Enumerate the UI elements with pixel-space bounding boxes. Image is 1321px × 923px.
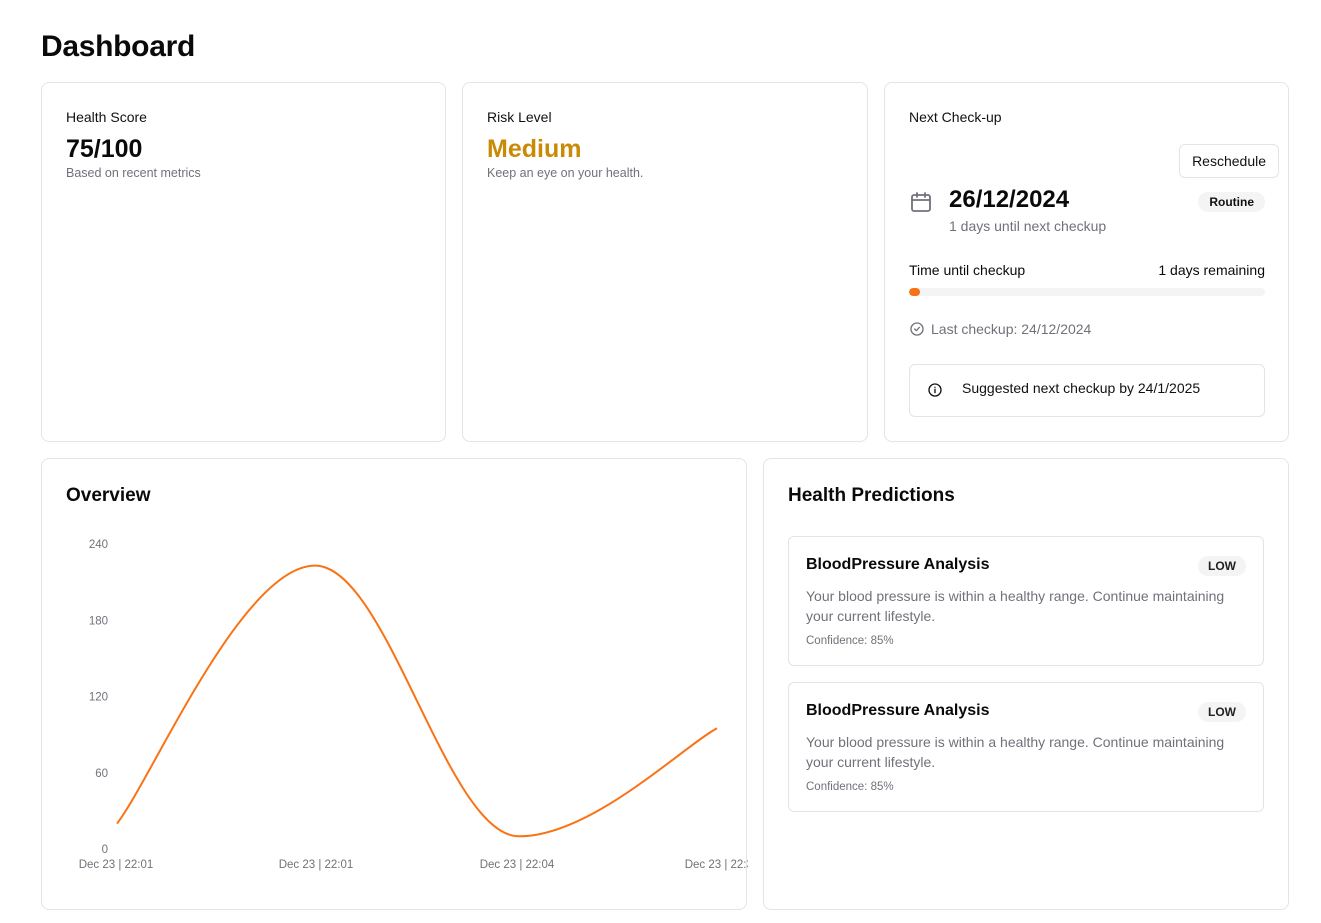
- prediction-description: Your blood pressure is within a healthy …: [806, 734, 1225, 770]
- x-tick-label: Dec 23 | 22:33: [685, 859, 748, 871]
- prediction-confidence: Confidence: 85%: [806, 635, 894, 647]
- predictions-title: Health Predictions: [788, 485, 955, 506]
- risk-level-value: Medium: [487, 135, 582, 163]
- page-title: Dashboard: [41, 30, 195, 63]
- calendar-icon: [911, 192, 931, 212]
- checkup-progress-fill: [909, 288, 920, 296]
- last-checkup-row: Last checkup: 24/12/2024: [909, 321, 1091, 337]
- prediction-title: BloodPressure Analysis: [806, 556, 990, 573]
- health-predictions-card: Health Predictions BloodPressure Analysi…: [763, 458, 1289, 910]
- health-score-value: 75/100: [66, 135, 143, 163]
- suggestion-text: Suggested next checkup by 24/1/2025: [962, 380, 1201, 396]
- y-tick-label: 120: [89, 692, 108, 704]
- reschedule-button[interactable]: Reschedule: [1179, 144, 1279, 178]
- risk-level-subtitle: Keep an eye on your health.: [487, 166, 644, 180]
- prediction-risk-badge: LOW: [1198, 702, 1246, 722]
- y-tick-label: 180: [89, 615, 108, 627]
- overview-chart: 0 60 120 180 240 Dec 23 | 22:01 Dec 23 | 22:01…: [79, 539, 748, 871]
- info-icon: [928, 383, 942, 397]
- x-tick-label: Dec 23 | 22:01: [279, 859, 354, 871]
- health-score-card: Health Score 75/100 Based on recent metr…: [41, 82, 446, 442]
- health-score-label: Health Score: [66, 109, 147, 125]
- x-tick-label: Dec 23 | 22:01: [79, 859, 154, 871]
- checkup-date: 26/12/2024: [949, 186, 1070, 213]
- y-tick-label: 240: [89, 539, 108, 551]
- next-checkup-label: Next Check-up: [909, 109, 1002, 125]
- health-score-subtitle: Based on recent metrics: [66, 166, 201, 180]
- y-tick-label: 0: [102, 844, 108, 856]
- check-circle-icon: [910, 322, 924, 336]
- risk-level-card: Risk Level Medium Keep an eye on your he…: [462, 82, 868, 442]
- series-line: [116, 564, 718, 838]
- prediction-item: BloodPressure Analysis LOW Your blood pr…: [788, 536, 1264, 666]
- prediction-confidence: Confidence: 85%: [806, 781, 894, 793]
- y-tick-label: 60: [95, 768, 108, 780]
- remaining-label: 1 days remaining: [1158, 262, 1265, 278]
- risk-level-label: Risk Level: [487, 109, 552, 125]
- checkup-date-row: 26/12/2024 1 days until next checkup Rou…: [909, 186, 1265, 236]
- next-checkup-card: Next Check-up Reschedule 26/12/2024 1 da…: [884, 82, 1289, 442]
- last-checkup-text: Last checkup: 24/12/2024: [931, 321, 1092, 337]
- checkup-progress-bar: [909, 288, 1265, 296]
- checkup-type-badge: Routine: [1198, 192, 1265, 212]
- prediction-item: BloodPressure Analysis LOW Your blood pr…: [788, 682, 1264, 812]
- suggestion-box: Suggested next checkup by 24/1/2025: [909, 364, 1265, 417]
- prediction-title: BloodPressure Analysis: [806, 702, 990, 719]
- prediction-description: Your blood pressure is within a healthy …: [806, 588, 1225, 624]
- prediction-risk-badge: LOW: [1198, 556, 1246, 576]
- progress-label: Time until checkup: [909, 262, 1026, 278]
- x-tick-label: Dec 23 | 22:04: [480, 859, 555, 871]
- days-until-checkup: 1 days until next checkup: [949, 218, 1107, 234]
- overview-card: Overview 0 60 120 180 240 Dec 23 | 22:01 Dec 2…: [41, 458, 748, 910]
